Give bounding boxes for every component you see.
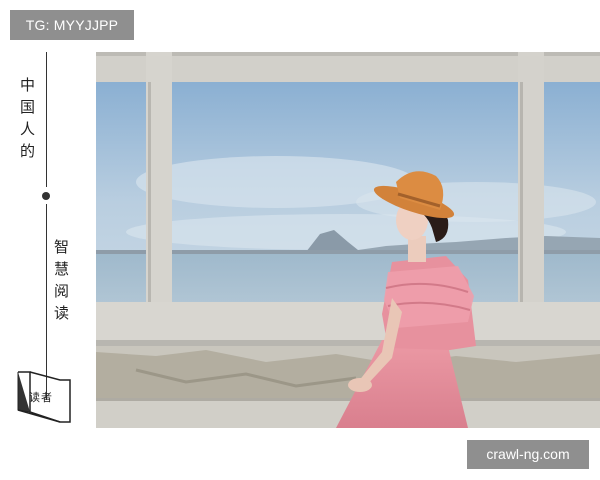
main-photo [96,52,600,428]
logo-text: 读者 [29,391,53,404]
sidebar-vertical-title: 中 国 人 的 智 慧 阅 读 读者 [0,52,96,428]
title-char: 阅 [54,282,70,300]
title-char: 慧 [54,260,70,278]
title-char: 国 [20,98,36,116]
watermark-bottom: crawl-ng.com [467,440,589,469]
divider-line-top [46,52,47,187]
title-char: 读 [54,304,70,322]
title-char: 的 [20,142,36,160]
divider-dot [42,192,50,200]
title-column-one: 中 国 人 的 [20,74,35,162]
title-column-two: 智 慧 阅 读 [54,236,69,324]
watermark-top: TG: MYYJJPP [10,10,134,40]
photo-scene [96,52,600,428]
title-char: 人 [20,120,36,138]
title-char: 智 [54,238,70,256]
title-char: 中 [20,76,36,94]
